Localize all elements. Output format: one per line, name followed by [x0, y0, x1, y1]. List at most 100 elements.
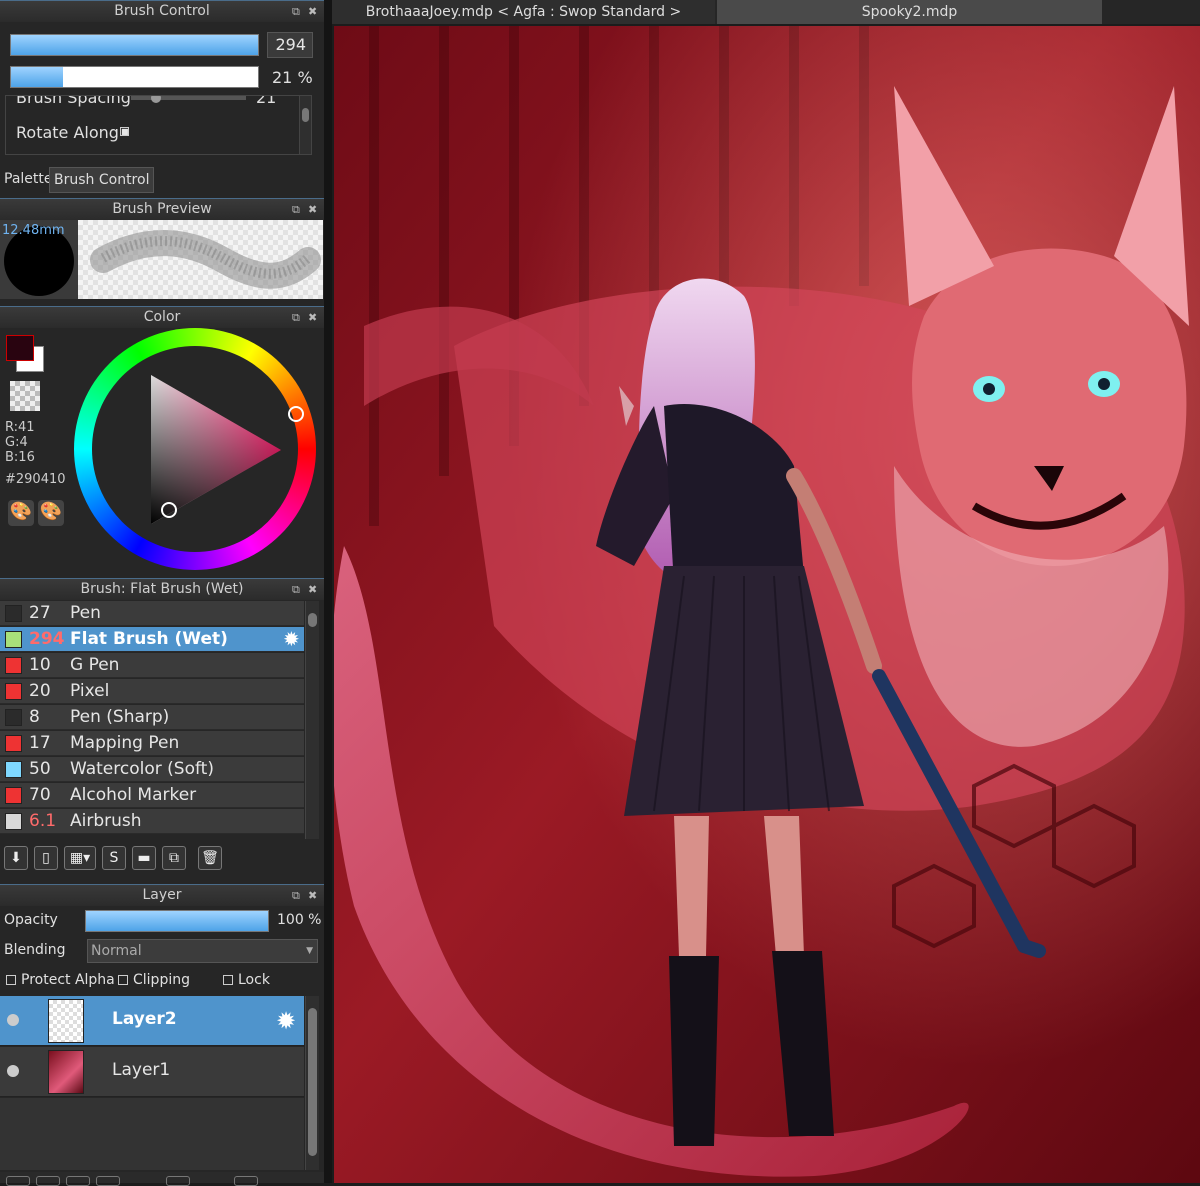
brush-script-icon[interactable]: S	[102, 846, 126, 870]
left-panel: Brush Control ⧉ ✖ 294 21 % Brush Spacing…	[0, 0, 324, 1186]
close-icon[interactable]: ✖	[308, 1, 317, 22]
brush-control-header: Brush Control ⧉ ✖	[0, 0, 324, 22]
brush-stroke-preview	[78, 220, 323, 299]
new-layer-icon[interactable]	[36, 1176, 60, 1186]
palette-edit-icon[interactable]: 🎨	[38, 500, 64, 526]
rotate-along-label: Rotate Along	[16, 123, 119, 142]
brush-list-header: Brush: Flat Brush (Wet) ⧉ ✖	[0, 578, 324, 600]
brush-item[interactable]: 8 Pen (Sharp)	[0, 705, 304, 730]
layer-name: Layer2	[112, 1009, 177, 1029]
clipping-checkbox[interactable]: Clipping	[118, 972, 190, 988]
brush-item-name: Flat Brush (Wet)	[70, 629, 228, 649]
brush-size-value[interactable]: 294	[267, 32, 313, 58]
brush-item-name: Pen	[70, 603, 101, 623]
layer-thumbnail	[48, 1050, 84, 1094]
layer-folder-icon[interactable]	[96, 1176, 120, 1186]
close-icon[interactable]: ✖	[308, 307, 317, 328]
brush-color-swatch	[5, 761, 22, 778]
color-g-value: G:4	[5, 435, 28, 450]
tab-brush-control[interactable]: Brush Control	[49, 167, 155, 193]
delete-layer-icon[interactable]	[234, 1176, 258, 1186]
brush-type-icon[interactable]: ▦▾	[64, 846, 96, 870]
saturation-triangle[interactable]	[74, 328, 316, 570]
brush-item-size: 70	[29, 785, 51, 805]
brush-opacity-slider[interactable]	[10, 66, 259, 88]
duplicate-layer-icon[interactable]	[166, 1176, 190, 1186]
float-icon[interactable]: ⧉	[292, 885, 300, 906]
brush-color-swatch	[5, 735, 22, 752]
brush-color-swatch	[5, 683, 22, 700]
drawing-canvas[interactable]	[334, 26, 1200, 1183]
brush-item[interactable]: 20 Pixel	[0, 679, 304, 704]
color-header: Color ⧉ ✖	[0, 306, 324, 328]
brush-item-size: 27	[29, 603, 51, 623]
gear-icon[interactable]: ✹	[276, 1007, 296, 1035]
tab-brothaaajoey[interactable]: BrothaaaJoey.mdp < Agfa : Swop Standard …	[332, 0, 715, 24]
brush-item[interactable]: 70 Alcohol Marker	[0, 783, 304, 808]
download-brush-icon[interactable]: ⬇	[4, 846, 28, 870]
brush-item-size: 20	[29, 681, 51, 701]
lock-checkbox[interactable]: Lock	[223, 972, 270, 988]
brush-item[interactable]: 294 Flat Brush (Wet) ✹	[0, 627, 304, 652]
layer-row-layer1[interactable]: Layer1	[0, 1047, 304, 1097]
visibility-icon[interactable]	[7, 1065, 19, 1077]
layer-row-layer2[interactable]: Layer2 ✹	[0, 996, 304, 1046]
brush-list-title: Brush: Flat Brush (Wet)	[80, 581, 244, 597]
brush-item[interactable]: 27 Pen	[0, 601, 304, 626]
float-icon[interactable]: ⧉	[292, 579, 300, 600]
hue-marker[interactable]	[288, 406, 304, 422]
close-icon[interactable]: ✖	[308, 579, 317, 600]
brush-item-size: 8	[29, 707, 40, 727]
brush-item[interactable]: 6.1 Airbrush	[0, 809, 304, 834]
color-title: Color	[143, 309, 181, 325]
brush-preview-title: Brush Preview	[112, 201, 212, 217]
protect-alpha-checkbox[interactable]: Protect Alpha	[6, 972, 115, 988]
document-tabs: BrothaaaJoey.mdp < Agfa : Swop Standard …	[332, 0, 1200, 24]
palette-icon[interactable]: 🎨	[8, 500, 34, 526]
brush-color-swatch	[5, 813, 22, 830]
layer-list-scrollbar[interactable]	[305, 996, 319, 1170]
brush-item-size: 6.1	[29, 811, 57, 831]
delete-brush-icon[interactable]: 🗑	[198, 846, 222, 870]
transparent-color-swatch[interactable]	[10, 381, 40, 411]
brush-folder-icon[interactable]: ▬	[132, 846, 156, 870]
brush-spacing-slider[interactable]	[131, 96, 246, 103]
close-icon[interactable]: ✖	[308, 885, 317, 906]
color-b-value: B:16	[5, 450, 35, 465]
brush-item-size: 17	[29, 733, 51, 753]
panel-divider[interactable]	[324, 0, 332, 1183]
blending-select[interactable]: Normal ▼	[87, 939, 318, 963]
layer-name: Layer1	[112, 1060, 171, 1080]
brush-list-scrollbar[interactable]	[305, 601, 319, 839]
brush-size-mm: 12.48mm	[2, 223, 65, 238]
blending-label: Blending	[4, 942, 66, 958]
layer-toolbar	[0, 1172, 324, 1186]
foreground-color-swatch[interactable]	[6, 335, 34, 361]
brush-item-size: 50	[29, 759, 51, 779]
brush-item[interactable]: 50 Watercolor (Soft)	[0, 757, 304, 782]
gear-icon[interactable]: ✹	[283, 627, 300, 651]
float-icon[interactable]: ⧉	[292, 199, 300, 220]
layer-opacity-slider[interactable]	[85, 910, 269, 932]
brush-item[interactable]: 17 Mapping Pen	[0, 731, 304, 756]
visibility-icon[interactable]	[7, 1014, 19, 1026]
brush-item[interactable]: 10 G Pen	[0, 653, 304, 678]
new-brush-icon[interactable]: ▯	[34, 846, 58, 870]
close-icon[interactable]: ✖	[308, 199, 317, 220]
color-hex-value: #290410	[5, 472, 66, 487]
float-icon[interactable]: ⧉	[292, 307, 300, 328]
layer-list-empty	[0, 1098, 304, 1170]
layer-type-icon[interactable]	[66, 1176, 90, 1186]
rotate-along-checkbox[interactable]: ■	[120, 127, 129, 136]
brush-spacing-label: Brush Spacing	[16, 95, 131, 107]
brush-color-swatch	[5, 631, 22, 648]
brush-size-slider[interactable]	[10, 34, 259, 56]
new-layer-icon[interactable]	[6, 1176, 30, 1186]
tab-spooky2[interactable]: Spooky2.mdp	[717, 0, 1102, 24]
brush-settings-scrollbar[interactable]	[299, 96, 311, 154]
color-r-value: R:41	[5, 420, 35, 435]
float-icon[interactable]: ⧉	[292, 1, 300, 22]
duplicate-brush-icon[interactable]: ⧉	[162, 846, 186, 870]
blending-value: Normal	[91, 943, 142, 959]
clipping-label: Clipping	[133, 972, 190, 988]
